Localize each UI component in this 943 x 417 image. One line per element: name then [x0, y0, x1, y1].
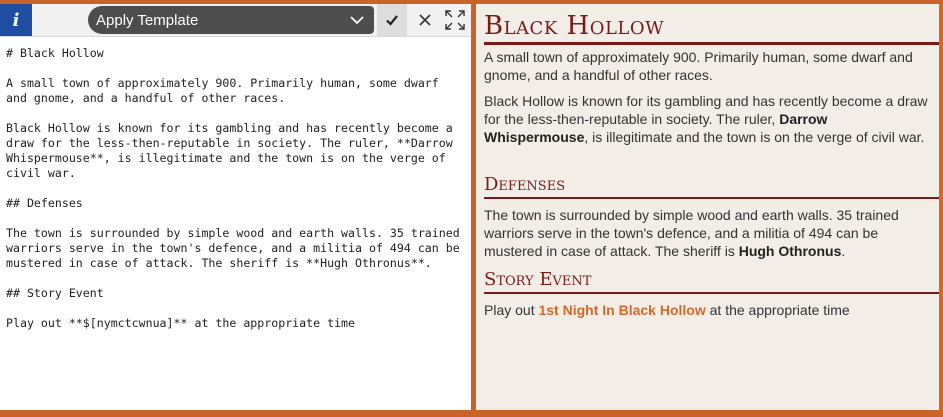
defenses-text-after: . — [841, 243, 846, 259]
editor-toolbar: i Apply Template — [0, 4, 471, 37]
preview-title: Black Hollow — [484, 11, 665, 41]
apply-template-select[interactable]: Apply Template — [88, 6, 374, 34]
preview-scrollbar[interactable] — [939, 4, 943, 410]
close-icon — [419, 14, 431, 26]
story-event-rule — [484, 292, 939, 294]
check-icon — [386, 15, 398, 26]
ruler-text-before: Black Hollow is known for its gambling a… — [484, 93, 928, 127]
window-frame-bottom — [0, 410, 943, 417]
defenses-rule — [484, 197, 939, 199]
story-text-before: Play out — [484, 302, 539, 318]
expand-button[interactable] — [440, 4, 470, 36]
preview-pane: Black Hollow A small town of approximate… — [476, 4, 943, 410]
info-button[interactable]: i — [0, 4, 32, 36]
story-event-heading: Story Event — [484, 269, 592, 290]
story-event-link[interactable]: 1st Night In Black Hollow — [538, 302, 705, 318]
title-rule — [484, 42, 939, 45]
info-icon: i — [12, 9, 20, 31]
story-text-after: at the appropriate time — [705, 302, 850, 318]
expand-icon — [445, 10, 465, 30]
defenses-heading: Defenses — [484, 174, 566, 195]
ruler-text-after: , is illegitimate and the town is on the… — [584, 129, 925, 145]
cancel-button[interactable] — [410, 4, 440, 36]
sheriff-name: Hugh Othronus — [738, 243, 842, 259]
confirm-button[interactable] — [377, 4, 407, 36]
template-select-value: Apply Template — [96, 11, 199, 29]
preview-paragraph-story: Play out 1st Night In Black Hollow at th… — [484, 301, 935, 319]
preview-paragraph-intro: A small town of approximately 900. Prima… — [484, 49, 913, 83]
preview-paragraph-defenses: The town is surrounded by simple wood an… — [484, 206, 935, 260]
markdown-editor-pane[interactable]: i Apply Template # Black Hollow A small … — [0, 4, 471, 410]
markdown-textarea[interactable]: # Black Hollow A small town of approxima… — [6, 46, 466, 331]
preview-paragraph-ruler: Black Hollow is known for its gambling a… — [484, 92, 935, 146]
chevron-down-icon — [350, 16, 364, 25]
